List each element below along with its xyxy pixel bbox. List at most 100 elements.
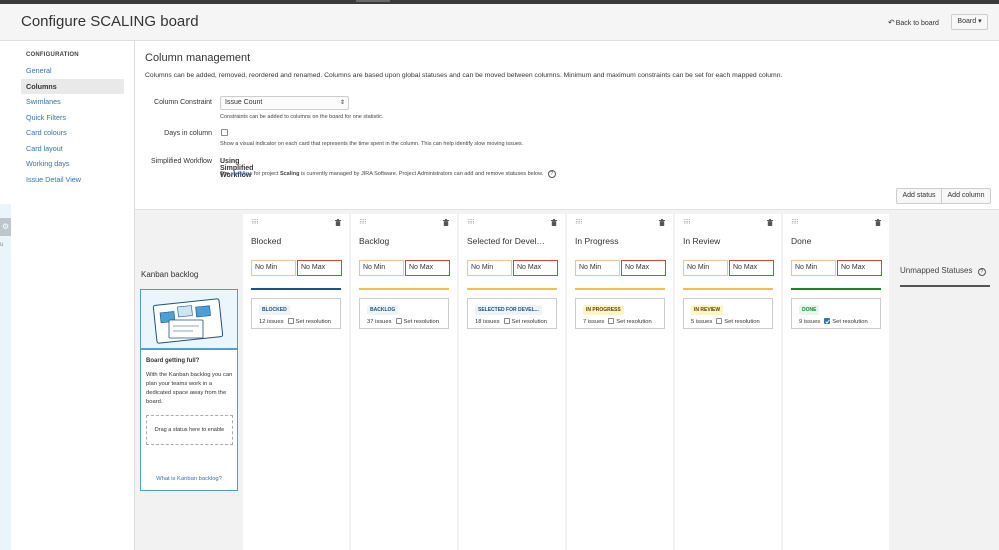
workflow-link[interactable]: workflow: [231, 171, 252, 177]
column-min-input[interactable]: No Min: [791, 260, 836, 276]
issue-count: 12 issues: [259, 319, 284, 325]
column-max-input[interactable]: No Max: [621, 260, 666, 276]
column-min-input[interactable]: No Min: [575, 260, 620, 276]
sidebar-item-issue-detail-view[interactable]: Issue Detail View: [21, 172, 124, 188]
kanban-backlog-card: Board getting full? With the Kanban back…: [140, 289, 238, 491]
column-name[interactable]: Done: [791, 236, 883, 246]
days-in-column-checkbox[interactable]: [221, 129, 228, 136]
set-resolution-checkbox[interactable]: [824, 318, 831, 324]
trash-icon[interactable]: [335, 219, 341, 226]
column-color-bar: [791, 288, 881, 290]
status-issue-count-row: 5 issues Set resolution: [691, 318, 760, 325]
issue-count: 37 issues: [367, 319, 392, 325]
set-resolution-checkbox[interactable]: [395, 318, 402, 324]
set-resolution-label: Set resolution: [403, 319, 439, 325]
status-issue-count-row: 9 issues Set resolution: [799, 318, 868, 325]
sidebar-item-quick-filters[interactable]: Quick Filters: [21, 110, 124, 126]
set-resolution-label: Set resolution: [724, 319, 760, 325]
page-header: Configure SCALING board ↶Back to board B…: [0, 4, 999, 41]
trash-icon[interactable]: [551, 219, 557, 226]
column-name[interactable]: In Progress: [575, 236, 667, 246]
main-content: Column management Columns can be added, …: [134, 41, 999, 550]
trash-icon[interactable]: [875, 219, 881, 226]
sidebar-item-working-days[interactable]: Working days: [21, 156, 124, 172]
status-card[interactable]: BLOCKED 12 issues Set resolution: [251, 298, 341, 329]
board-column[interactable]: ⠿⠿ In Progress No Min No Max IN PROGRESS…: [567, 214, 673, 550]
status-card[interactable]: BACKLOG 37 issues Set resolution: [359, 298, 449, 329]
column-max-input[interactable]: No Max: [729, 260, 774, 276]
status-card[interactable]: IN PROGRESS 7 issues Set resolution: [575, 298, 665, 329]
status-dropzone[interactable]: Drag a status here to enable: [146, 415, 233, 445]
column-max-input[interactable]: No Max: [405, 260, 450, 276]
column-name[interactable]: Blocked: [251, 236, 343, 246]
issue-count: 9 issues: [799, 319, 821, 325]
sidebar-item-general[interactable]: General: [21, 63, 124, 79]
status-card[interactable]: DONE 9 issues Set resolution: [791, 298, 881, 329]
set-resolution-checkbox[interactable]: [503, 318, 510, 324]
board-menu-label: Board: [957, 18, 977, 25]
issue-count: 5 issues: [691, 319, 713, 325]
drag-handle-icon[interactable]: ⠿⠿: [683, 219, 691, 226]
board-column[interactable]: ⠿⠿ Backlog No Min No Max BACKLOG 37 issu…: [351, 214, 457, 550]
top-bar-handle: [356, 0, 390, 2]
column-min-input[interactable]: No Min: [467, 260, 512, 276]
column-name[interactable]: Selected for Devel…: [467, 236, 559, 246]
sidebar-item-card-colours[interactable]: Card colours: [21, 125, 124, 141]
drag-handle-icon[interactable]: ⠿⠿: [359, 219, 367, 226]
set-resolution-checkbox[interactable]: [716, 318, 723, 324]
status-lozenge: DONE: [799, 305, 820, 315]
status-card[interactable]: SELECTED FOR DEVEL... 18 issues Set resol…: [467, 298, 557, 329]
status-lozenge: SELECTED FOR DEVEL...: [475, 305, 542, 315]
column-max-input[interactable]: No Max: [297, 260, 342, 276]
status-issue-count-row: 37 issues Set resolution: [367, 318, 439, 325]
back-to-board-link[interactable]: ↶Back to board: [888, 18, 939, 27]
column-color-bar: [575, 288, 665, 290]
drag-handle-icon[interactable]: ⠿⠿: [467, 219, 475, 226]
column-name[interactable]: In Review: [683, 236, 775, 246]
kanban-backlog-help-link[interactable]: What is Kanban backlog?: [141, 476, 237, 482]
workflow-help-prefix: The: [220, 171, 230, 177]
workflow-help-mid: for project: [253, 171, 279, 177]
column-min-input[interactable]: No Min: [251, 260, 296, 276]
column-min-input[interactable]: No Min: [359, 260, 404, 276]
set-resolution-checkbox[interactable]: [608, 318, 615, 324]
board-column[interactable]: ⠿⠿ In Review No Min No Max IN REVIEW 5 i…: [675, 214, 781, 550]
sidebar-item-columns[interactable]: Columns: [21, 78, 124, 94]
left-edge-strip: ⚙ u: [0, 204, 11, 550]
back-to-board-label: Back to board: [895, 20, 939, 27]
column-max-input[interactable]: No Max: [513, 260, 558, 276]
sidebar-item-swimlanes[interactable]: Swimlanes: [21, 94, 124, 110]
help-icon[interactable]: ?: [977, 268, 986, 276]
drag-handle-icon[interactable]: ⠿⠿: [575, 219, 583, 226]
sidebar-section-title: CONFIGURATION: [26, 52, 79, 58]
board-menu-button[interactable]: Board ▾: [951, 14, 988, 30]
unmapped-statuses-title: Unmapped Statuses ?: [900, 266, 986, 276]
drag-handle-icon[interactable]: ⠿⠿: [251, 219, 259, 226]
trash-icon[interactable]: [767, 219, 773, 226]
settings-icon[interactable]: ⚙: [0, 218, 11, 236]
section-title: Column management: [145, 52, 251, 64]
add-status-button[interactable]: Add status: [896, 188, 942, 204]
days-in-column-label: Days in column: [164, 130, 212, 137]
help-icon[interactable]: ?: [547, 170, 556, 178]
column-constraint-select[interactable]: Issue Count ⇕: [220, 96, 349, 110]
drag-handle-icon[interactable]: ⠿⠿: [791, 219, 799, 226]
kanban-card-body: With the Kanban backlog you can plan you…: [146, 372, 233, 405]
board-column[interactable]: ⠿⠿ Done No Min No Max DONE 9 issues Set r…: [783, 214, 889, 550]
sidebar-item-card-layout[interactable]: Card layout: [21, 141, 124, 157]
column-name[interactable]: Backlog: [359, 236, 451, 246]
column-min-input[interactable]: No Min: [683, 260, 728, 276]
trash-icon[interactable]: [659, 219, 665, 226]
status-lozenge: IN PROGRESS: [583, 305, 624, 315]
trash-icon[interactable]: [443, 219, 449, 226]
status-card[interactable]: IN REVIEW 5 issues Set resolution: [683, 298, 773, 329]
board-column[interactable]: ⠿⠿ Blocked No Min No Max BLOCKED 12 issu…: [243, 214, 349, 550]
board-column[interactable]: ⠿⠿ Selected for Devel… No Min No Max SEL…: [459, 214, 565, 550]
workflow-project-name: Scaling: [279, 171, 300, 177]
select-arrows-icon: ⇕: [339, 100, 345, 106]
set-resolution-checkbox[interactable]: [287, 318, 294, 324]
add-column-button[interactable]: Add column: [941, 188, 991, 204]
column-max-input[interactable]: No Max: [837, 260, 882, 276]
status-issue-count-row: 7 issues Set resolution: [583, 318, 652, 325]
status-lozenge: IN REVIEW: [691, 305, 724, 315]
